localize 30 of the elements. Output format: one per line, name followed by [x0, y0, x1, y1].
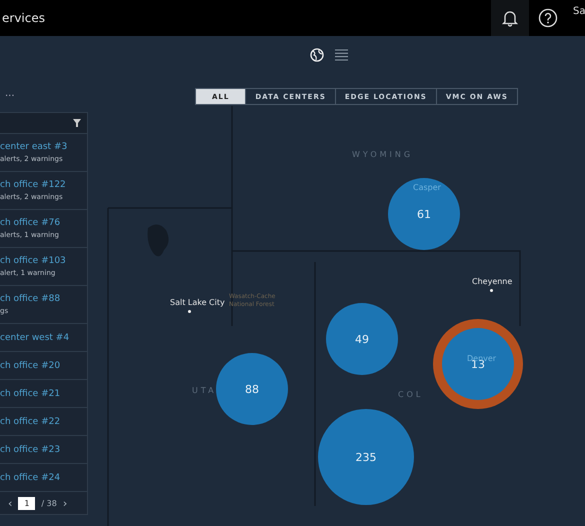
map-label: UTA	[192, 386, 217, 395]
next-page-button[interactable]: ›	[62, 496, 68, 510]
globe-icon	[310, 48, 324, 62]
map-label: COL	[398, 390, 424, 399]
city-dot-icon	[188, 310, 191, 313]
app-title: ervices	[1, 11, 45, 25]
page-total: / 38	[41, 498, 57, 508]
map-label: Denver	[467, 354, 496, 363]
previous-page-button[interactable]: ‹	[8, 496, 12, 510]
globe-view-button[interactable]	[310, 48, 324, 62]
site-list-item[interactable]: ch office #20	[0, 352, 87, 380]
site-list-item[interactable]: center west #4	[0, 324, 87, 352]
filter-icon[interactable]	[73, 119, 81, 127]
list-icon	[334, 49, 349, 61]
map-label: Salt Lake City	[170, 298, 225, 307]
page-input[interactable]: 1	[18, 496, 36, 510]
more-button[interactable]: ...	[5, 88, 15, 99]
help-icon	[538, 8, 558, 28]
site-list-item[interactable]: ch office #23	[0, 436, 87, 464]
city-dot-icon	[490, 289, 493, 292]
bell-icon	[501, 9, 519, 27]
list-view-button[interactable]	[334, 49, 349, 61]
notifications-button[interactable]	[491, 0, 529, 36]
user-name[interactable]: Sa	[567, 0, 585, 36]
site-list-item[interactable]: ch office #21	[0, 380, 87, 408]
map-label: WYOMING	[352, 150, 414, 159]
site-list-item[interactable]: ch office #22	[0, 408, 87, 436]
site-list-item[interactable]: ch office #24	[0, 464, 87, 492]
map-label: Casper	[413, 183, 441, 192]
map-label: Cheyenne	[472, 277, 512, 286]
